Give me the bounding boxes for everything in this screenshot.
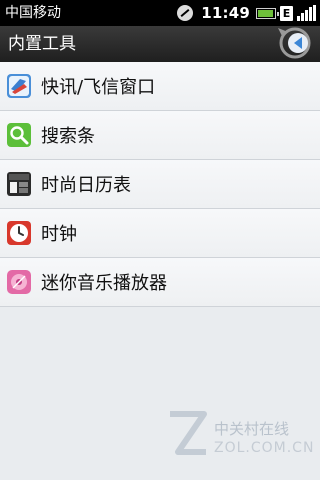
watermark-subtext: ZOL.COM.CN	[214, 440, 315, 456]
clock-widget-icon	[7, 221, 31, 245]
list-item-fetion[interactable]: 快讯/飞信窗口	[0, 62, 320, 111]
list-item-label: 快讯/飞信窗口	[41, 77, 156, 98]
fetion-widget-icon	[7, 74, 31, 98]
signal-strength-icon	[297, 5, 316, 21]
list-item-search-bar[interactable]: 搜索条	[0, 111, 320, 160]
back-arrow-icon	[278, 27, 311, 59]
page-title: 内置工具	[8, 34, 76, 54]
list-item-label: 搜索条	[41, 126, 95, 147]
list-item-label: 时钟	[41, 224, 77, 245]
list-item-label: 迷你音乐播放器	[41, 273, 167, 294]
list-item-calendar[interactable]: 时尚日历表	[0, 160, 320, 209]
status-bar: 中国移动 11:49 E	[0, 0, 320, 26]
back-button[interactable]	[274, 26, 316, 66]
title-bar: 内置工具	[0, 26, 320, 62]
list-item-clock[interactable]: 时钟	[0, 209, 320, 258]
calendar-widget-icon	[7, 172, 31, 196]
battery-icon	[256, 7, 279, 19]
zol-logo	[170, 411, 207, 455]
music-player-widget-icon	[7, 270, 31, 294]
status-time: 11:49	[201, 4, 250, 22]
zol-watermark: 中关村在线 ZOL.COM.CN	[164, 408, 314, 472]
list-item-music-player[interactable]: 迷你音乐播放器	[0, 258, 320, 307]
builtin-tools-list: 快讯/飞信窗口 搜索条 时尚日历表 时钟 迷你音乐播放器	[0, 62, 320, 307]
silent-mode-icon	[177, 5, 194, 21]
list-item-label: 时尚日历表	[41, 175, 131, 196]
search-widget-icon	[7, 123, 31, 147]
network-type-icon: E	[280, 5, 293, 21]
carrier-name: 中国移动	[5, 5, 61, 21]
status-icons: 11:49 E	[177, 0, 316, 26]
watermark-text: 中关村在线	[214, 420, 290, 438]
